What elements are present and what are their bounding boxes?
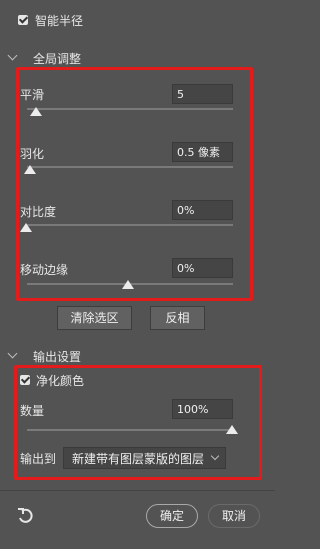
decontaminate-checkbox[interactable] [20,375,30,385]
chevron-down-icon[interactable] [7,50,18,61]
amount-slider-thumb[interactable] [226,425,238,434]
reset-arrow-icon[interactable] [16,507,36,525]
smooth-label: 平滑 [20,88,45,102]
shift-edge-label: 移动边缘 [20,263,69,277]
smooth-slider-thumb[interactable] [30,107,42,116]
amount-slider-track[interactable] [27,429,233,431]
chevron-down-icon[interactable] [7,348,18,359]
smooth-field[interactable]: 5 [172,84,233,104]
feather-slider-thumb[interactable] [24,165,36,174]
contrast-field[interactable]: 0% [172,200,233,220]
global-adjust-title: 全局调整 [33,52,82,66]
feather-label: 羽化 [20,147,45,161]
dropdown-chevron-icon [210,451,220,461]
clear-selection-button[interactable]: 清除选区 [57,306,132,330]
smooth-slider-track[interactable] [27,108,233,110]
contrast-label: 对比度 [20,205,57,219]
invert-button[interactable]: 反相 [150,306,205,330]
footer-divider [0,490,275,491]
output-to-select[interactable]: 新建带有图层蒙版的图层 [63,447,226,469]
feather-field[interactable]: 0.5 像素 [172,142,233,162]
ok-button[interactable]: 确定 [146,504,198,528]
contrast-slider-track[interactable] [27,224,233,226]
smart-radius-label: 智能半径 [35,14,84,28]
feather-slider-track[interactable] [27,166,233,168]
cancel-button[interactable]: 取消 [208,504,260,528]
shift-edge-slider-thumb[interactable] [122,280,134,289]
smart-radius-checkbox[interactable] [18,15,28,25]
output-to-label: 输出到 [20,452,57,466]
amount-field[interactable]: 100% [172,399,233,419]
decontaminate-label: 净化颜色 [36,374,85,388]
shift-edge-field[interactable]: 0% [172,258,233,278]
output-settings-title: 输出设置 [33,350,82,364]
output-to-value: 新建带有图层蒙版的图层 [72,452,205,466]
amount-label: 数量 [20,404,45,418]
contrast-slider-thumb[interactable] [20,223,32,232]
